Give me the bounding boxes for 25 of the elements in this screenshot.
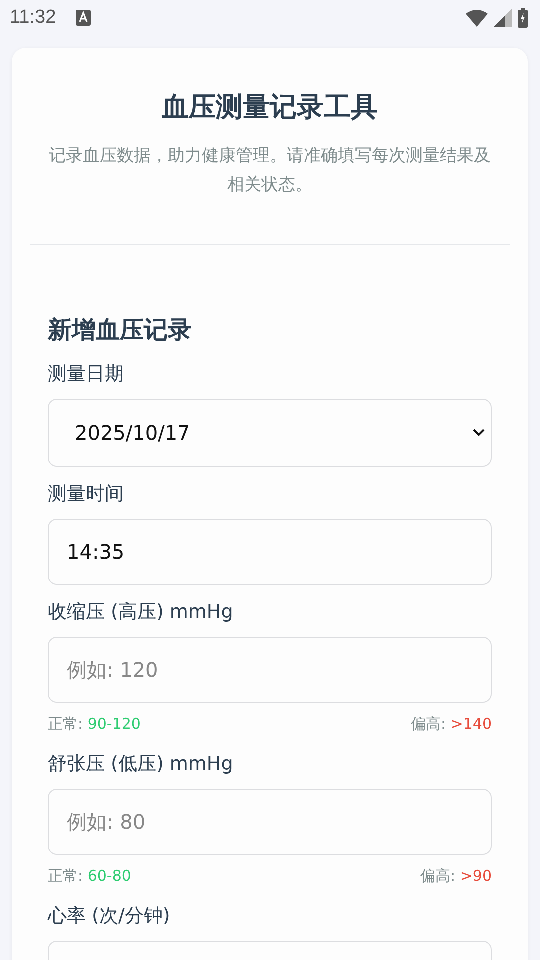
normal-label: 正常: — [48, 715, 84, 733]
field-label: 测量时间 — [48, 482, 125, 507]
normal-label: 正常: — [48, 867, 84, 885]
normal-range: 90-120 — [88, 715, 141, 733]
page-subtitle: 记录血压数据，助力健康管理。请准确填写每次测量结果及相关状态。 — [48, 145, 492, 197]
status-time: 11:32 — [10, 7, 56, 29]
normal-range: 60-80 — [88, 867, 132, 885]
notification-icon — [76, 10, 92, 26]
section-title: 新增血压记录 — [48, 315, 193, 345]
field-label: 测量日期 — [48, 362, 125, 387]
high-label: 偏高: — [420, 867, 456, 885]
input-field[interactable]: 例如: 120 — [48, 637, 492, 703]
field-label: 心率 (次/分钟) — [48, 904, 172, 929]
time-field[interactable]: 14:35 — [48, 519, 492, 585]
signal-icon — [494, 9, 512, 27]
date-select[interactable]: 2025/10/17 — [48, 399, 492, 467]
high-range: >90 — [460, 867, 492, 885]
field-label: 收缩压 (高压) mmHg — [48, 600, 234, 625]
input-field[interactable]: 例如: 80 — [48, 789, 492, 855]
field-label: 舒张压 (低压) mmHg — [48, 752, 234, 777]
high-label: 偏高: — [410, 715, 446, 733]
page-title: 血压测量记录工具 — [161, 91, 379, 125]
wifi-icon — [466, 9, 488, 27]
high-range: >140 — [450, 715, 492, 733]
battery-icon — [518, 8, 528, 28]
